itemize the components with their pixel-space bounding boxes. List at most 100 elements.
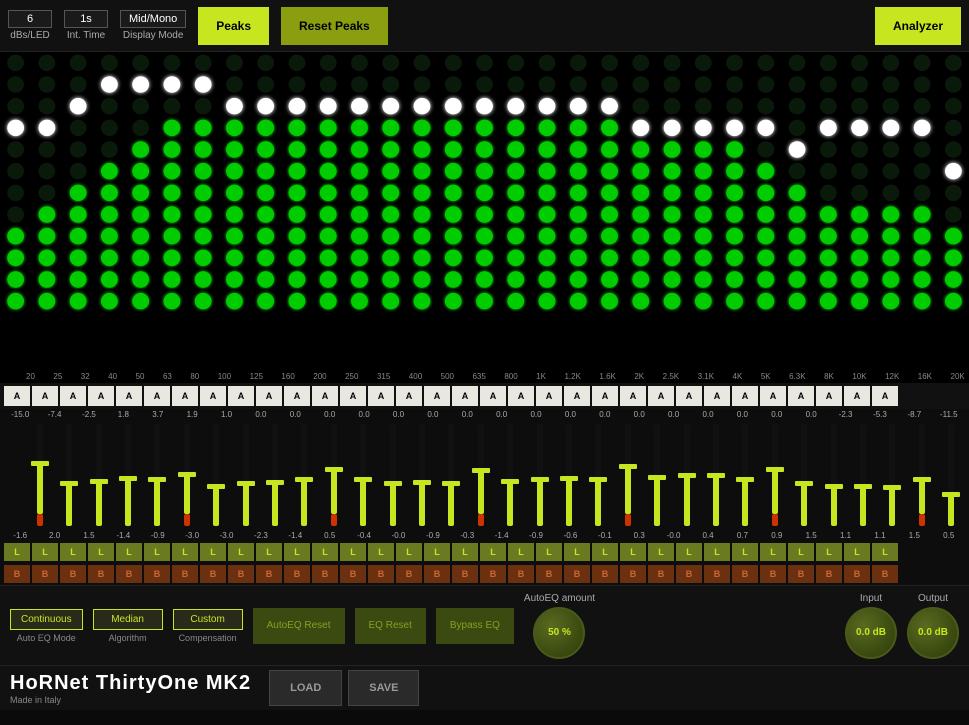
l-button-28[interactable]: L	[788, 543, 814, 561]
fader-thumb-4[interactable]	[148, 477, 166, 482]
band-button-10[interactable]: A	[284, 386, 310, 406]
b-button-3[interactable]: B	[88, 565, 114, 583]
b-button-27[interactable]: B	[760, 565, 786, 583]
band-button-26[interactable]: A	[732, 386, 758, 406]
dbs-led-value[interactable]: 6	[8, 10, 52, 28]
b-button-24[interactable]: B	[676, 565, 702, 583]
b-button-12[interactable]: B	[340, 565, 366, 583]
b-button-4[interactable]: B	[116, 565, 142, 583]
band-button-23[interactable]: A	[648, 386, 674, 406]
l-button-4[interactable]: L	[116, 543, 142, 561]
band-button-19[interactable]: A	[536, 386, 562, 406]
b-button-25[interactable]: B	[704, 565, 730, 583]
l-button-31[interactable]: L	[872, 543, 898, 561]
l-button-0[interactable]: L	[4, 543, 30, 561]
band-button-1[interactable]: A	[32, 386, 58, 406]
fader-thumb-20[interactable]	[619, 464, 637, 469]
output-knob[interactable]: 0.0 dB	[907, 607, 959, 659]
fader-thumb-31[interactable]	[942, 492, 960, 497]
band-button-13[interactable]: A	[368, 386, 394, 406]
b-button-13[interactable]: B	[368, 565, 394, 583]
fader-thumb-19[interactable]	[589, 477, 607, 482]
fader-thumb-7[interactable]	[237, 481, 255, 486]
l-button-10[interactable]: L	[284, 543, 310, 561]
l-button-8[interactable]: L	[228, 543, 254, 561]
b-button-1[interactable]: B	[32, 565, 58, 583]
b-button-9[interactable]: B	[256, 565, 282, 583]
l-button-24[interactable]: L	[676, 543, 702, 561]
l-button-14[interactable]: L	[396, 543, 422, 561]
l-button-29[interactable]: L	[816, 543, 842, 561]
band-button-25[interactable]: A	[704, 386, 730, 406]
fader-thumb-5[interactable]	[178, 472, 196, 477]
fader-thumb-18[interactable]	[560, 476, 578, 481]
b-button-19[interactable]: B	[536, 565, 562, 583]
fader-thumb-12[interactable]	[384, 481, 402, 486]
b-button-18[interactable]: B	[508, 565, 534, 583]
b-button-23[interactable]: B	[648, 565, 674, 583]
band-button-11[interactable]: A	[312, 386, 338, 406]
band-button-4[interactable]: A	[116, 386, 142, 406]
fader-thumb-22[interactable]	[678, 473, 696, 478]
analyzer-button[interactable]: Analyzer	[875, 7, 961, 45]
save-button[interactable]: SAVE	[348, 670, 419, 706]
l-button-16[interactable]: L	[452, 543, 478, 561]
fader-thumb-25[interactable]	[766, 467, 784, 472]
l-button-11[interactable]: L	[312, 543, 338, 561]
band-button-6[interactable]: A	[172, 386, 198, 406]
compensation-button[interactable]: Custom	[173, 609, 243, 630]
band-button-29[interactable]: A	[816, 386, 842, 406]
b-button-5[interactable]: B	[144, 565, 170, 583]
band-button-28[interactable]: A	[788, 386, 814, 406]
band-button-0[interactable]: A	[4, 386, 30, 406]
b-button-10[interactable]: B	[284, 565, 310, 583]
b-button-26[interactable]: B	[732, 565, 758, 583]
l-button-12[interactable]: L	[340, 543, 366, 561]
fader-thumb-30[interactable]	[913, 477, 931, 482]
fader-thumb-27[interactable]	[825, 484, 843, 489]
l-button-6[interactable]: L	[172, 543, 198, 561]
l-button-27[interactable]: L	[760, 543, 786, 561]
b-button-31[interactable]: B	[872, 565, 898, 583]
l-button-3[interactable]: L	[88, 543, 114, 561]
bypass-eq-button[interactable]: Bypass EQ	[436, 608, 514, 644]
l-button-1[interactable]: L	[32, 543, 58, 561]
l-button-30[interactable]: L	[844, 543, 870, 561]
fader-thumb-17[interactable]	[531, 477, 549, 482]
eq-reset-button[interactable]: EQ Reset	[355, 608, 426, 644]
b-button-15[interactable]: B	[424, 565, 450, 583]
fader-thumb-26[interactable]	[795, 481, 813, 486]
band-button-3[interactable]: A	[88, 386, 114, 406]
fader-thumb-9[interactable]	[295, 477, 313, 482]
band-button-27[interactable]: A	[760, 386, 786, 406]
b-button-16[interactable]: B	[452, 565, 478, 583]
band-button-8[interactable]: A	[228, 386, 254, 406]
b-button-7[interactable]: B	[200, 565, 226, 583]
l-button-23[interactable]: L	[648, 543, 674, 561]
fader-thumb-24[interactable]	[736, 477, 754, 482]
l-button-9[interactable]: L	[256, 543, 282, 561]
fader-thumb-29[interactable]	[883, 485, 901, 490]
int-time-value[interactable]: 1s	[64, 10, 108, 28]
b-button-30[interactable]: B	[844, 565, 870, 583]
b-button-20[interactable]: B	[564, 565, 590, 583]
fader-thumb-10[interactable]	[325, 467, 343, 472]
band-button-2[interactable]: A	[60, 386, 86, 406]
fader-thumb-3[interactable]	[119, 476, 137, 481]
load-button[interactable]: LOAD	[269, 670, 342, 706]
peaks-button[interactable]: Peaks	[198, 7, 269, 45]
fader-thumb-15[interactable]	[472, 468, 490, 473]
b-button-8[interactable]: B	[228, 565, 254, 583]
fader-thumb-13[interactable]	[413, 480, 431, 485]
fader-thumb-21[interactable]	[648, 475, 666, 480]
fader-thumb-28[interactable]	[854, 484, 872, 489]
b-button-29[interactable]: B	[816, 565, 842, 583]
b-button-2[interactable]: B	[60, 565, 86, 583]
fader-thumb-2[interactable]	[90, 479, 108, 484]
l-button-7[interactable]: L	[200, 543, 226, 561]
band-button-12[interactable]: A	[340, 386, 366, 406]
band-button-7[interactable]: A	[200, 386, 226, 406]
band-button-30[interactable]: A	[844, 386, 870, 406]
band-button-9[interactable]: A	[256, 386, 282, 406]
l-button-15[interactable]: L	[424, 543, 450, 561]
